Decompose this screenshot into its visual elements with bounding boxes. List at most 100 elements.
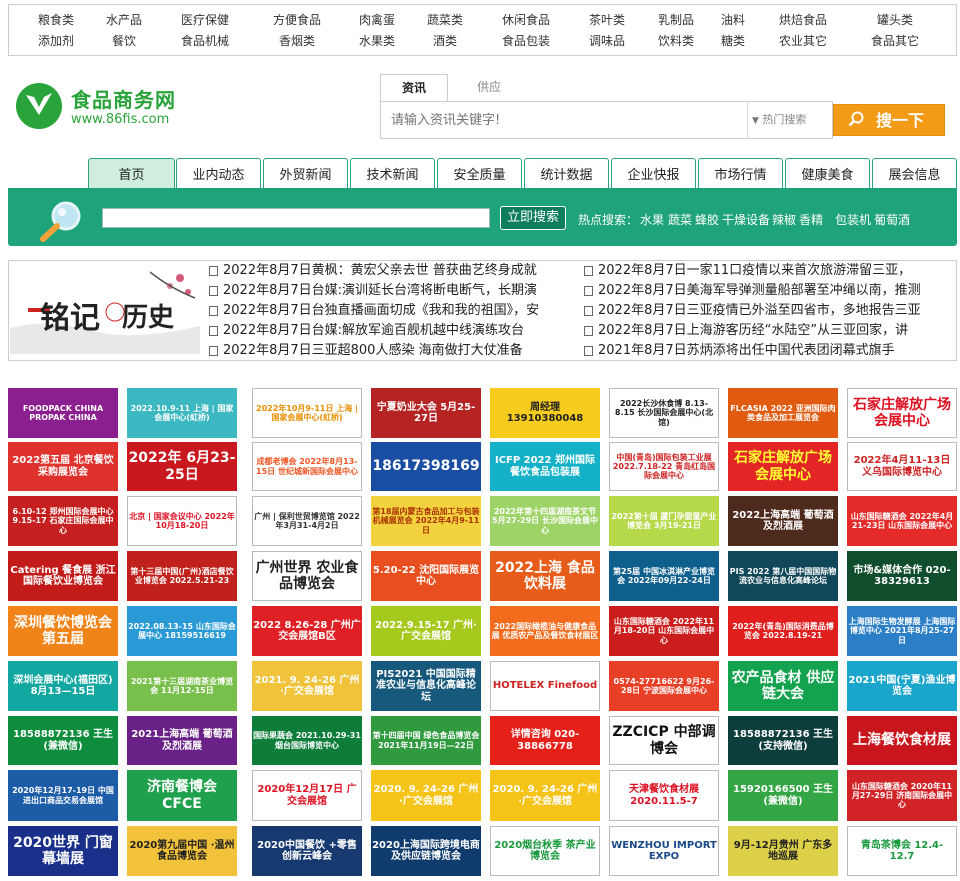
category-link[interactable]: 休闲食品	[487, 12, 565, 28]
ad-banner[interactable]: 9月-12月贵州 广东多地巡展	[728, 826, 838, 876]
nav-tab[interactable]: 业内动态	[176, 158, 261, 189]
category-link[interactable]: 食品包装	[487, 33, 565, 49]
category-link[interactable]: 水产品	[85, 12, 163, 28]
category-link[interactable]: 肉禽蛋	[338, 12, 416, 28]
ad-banner[interactable]: 上海餐饮食材展	[847, 716, 957, 765]
ad-banner[interactable]: 山东国际糖酒会 2022年11月18-20日 山东国际会展中心	[609, 606, 719, 656]
ad-banner[interactable]: 2022上海 食品饮料展	[490, 551, 600, 601]
search-tab-news[interactable]: 资讯	[380, 74, 448, 102]
search-input[interactable]	[381, 102, 747, 138]
ad-banner[interactable]: 2022年4月11-13日 义乌国际博览中心	[847, 442, 957, 491]
ad-banner[interactable]: ICFP 2022 郑州国际餐饮食品包装展	[490, 442, 600, 491]
ad-banner[interactable]: 石家庄解放广场会展中心	[847, 388, 957, 438]
news-item[interactable]: 2022年8月7日一家11口疫情以来首次旅游滞留三亚，	[584, 263, 944, 279]
ad-banner[interactable]: 2020. 9. 24-26 广州·广交会展馆	[371, 770, 481, 821]
ad-banner[interactable]: 2022 8.26-28 广州广交会展馆B区	[252, 606, 362, 656]
search-tab-supply[interactable]: 供应	[455, 74, 523, 102]
ad-banner[interactable]: ZZCICP 中部调博会	[609, 716, 719, 765]
category-link[interactable]: 烘焙食品	[764, 12, 842, 28]
news-item[interactable]: 2022年8月7日三亚疫情已外溢至四省市，多地报告三亚	[584, 303, 944, 319]
category-link[interactable]: 粮食类	[17, 12, 95, 28]
news-item[interactable]: 2022年8月7日黄枫：黄宏父亲去世 普获曲艺终身成就	[209, 263, 567, 279]
ad-banner[interactable]: 广州世界 农业食品博览会	[252, 551, 362, 601]
category-link[interactable]: 医疗保健	[166, 12, 244, 28]
ad-banner[interactable]: 山东国际糖酒会 2022年4月21-23日 山东国际会展中心	[847, 496, 957, 546]
ad-banner[interactable]: 成都老博会 2022年8月13-15日 世纪城新国际会展中心	[252, 442, 362, 491]
ad-banner[interactable]: 农产品食材 供应链大会	[728, 661, 838, 711]
nav-tab[interactable]: 企业快报	[611, 158, 696, 189]
ad-banner[interactable]: 深圳会展中心(福田区) 8月13—15日	[8, 661, 118, 711]
ad-banner[interactable]: 2022.08.13-15 山东国际会展中心 18159516619	[127, 606, 237, 656]
hot-word[interactable]: 蜂胶	[695, 211, 719, 228]
ad-banner[interactable]: 2020年12月17日 广交会展馆	[252, 770, 362, 821]
ad-banner[interactable]: 第十四届中国 绿色食品博览会 2021年11月19日—22日	[371, 716, 481, 765]
category-link[interactable]: 农业其它	[764, 33, 842, 49]
ad-banner[interactable]: Catering 餐食展 浙江国际餐饮业博览会	[8, 551, 118, 601]
quick-search-button[interactable]: 立即搜索	[500, 206, 566, 230]
ad-banner[interactable]: 15920166500 王生(兼微信)	[728, 770, 838, 821]
hot-word[interactable]: 葡萄酒	[874, 211, 910, 228]
ad-banner[interactable]: 国际果蔬会 2021.10.29-31 烟台国际博览中心	[252, 716, 362, 765]
ad-banner[interactable]: 2020上海国际跨境电商 及供应链博览会	[371, 826, 481, 876]
category-link[interactable]: 食品机械	[166, 33, 244, 49]
category-link[interactable]: 水果类	[338, 33, 416, 49]
quick-search-input[interactable]	[102, 208, 490, 228]
ad-banner[interactable]: 2022年第十四届湖南茶文节 5月27-29日 长沙国际会展中心	[490, 496, 600, 546]
category-link[interactable]: 食品其它	[856, 33, 934, 49]
ad-banner[interactable]: 2020世界 门窗幕墙展	[8, 826, 118, 876]
ad-banner[interactable]: 0574-27716622 9月26-28日 宁波国际会展中心	[609, 661, 719, 711]
ad-banner[interactable]: 18588872136 王生(兼微信)	[8, 716, 118, 765]
hot-word[interactable]: 香精	[799, 211, 823, 228]
news-item[interactable]: 2022年8月7日美海军导弹测量船部署至冲绳以南，推测	[584, 283, 944, 299]
ad-banner[interactable]: 石家庄解放广场 会展中心	[728, 442, 838, 491]
nav-tab[interactable]: 展会信息	[872, 158, 957, 189]
ad-banner[interactable]: 2022.10.9-11 上海 | 国家会展中心(虹桥)	[127, 388, 237, 438]
category-link[interactable]: 糖类	[694, 33, 772, 49]
ad-banner[interactable]: 2022年(青岛)国际消费品博览会 2022.8.19-21	[728, 606, 838, 656]
ad-banner[interactable]: 6.10-12 郑州国际会展中心 9.15-17 石家庄国际会展中心	[8, 496, 118, 546]
ad-banner[interactable]: 深圳餐饮博览会 第五届	[8, 606, 118, 656]
nav-tab[interactable]: 技术新闻	[350, 158, 435, 189]
category-link[interactable]: 餐饮	[85, 33, 163, 49]
hot-word[interactable]: 干燥设备	[722, 211, 770, 228]
ad-banner[interactable]: 2022长沙休食博 8.13-8.15 长沙国际会展中心(北馆)	[609, 388, 719, 438]
ad-banner[interactable]: 2022年10月9-11日 上海 | 国家会展中心(虹桥)	[252, 388, 362, 438]
ad-banner[interactable]: HOTELEX Finefood	[490, 661, 600, 711]
ad-banner[interactable]: 第18届内蒙古食品加工与包装机械展览会 2022年4月9-11日	[371, 496, 481, 546]
category-link[interactable]: 茶叶类	[568, 12, 646, 28]
news-item[interactable]: 2022年8月7日台独直播画面切成《我和我的祖国》，安	[209, 303, 567, 319]
ad-banner[interactable]: 5.20-22 沈阳国际展览中心	[371, 551, 481, 601]
ad-banner[interactable]: 18588872136 王生(支持微信)	[728, 716, 838, 765]
nav-tab[interactable]: 统计数据	[524, 158, 609, 189]
ad-banner[interactable]: 市场&媒体合作 020-38329613	[847, 551, 957, 601]
ad-banner[interactable]: 2021. 9. 24-26 广州·广交会展馆	[252, 661, 362, 711]
nav-tab[interactable]: 首页	[88, 158, 175, 189]
hot-word[interactable]: 水果	[640, 211, 664, 228]
nav-tab[interactable]: 健康美食	[785, 158, 870, 189]
ad-banner[interactable]: 青岛茶博会 12.4-12.7	[847, 826, 957, 876]
ad-banner[interactable]: 2022第十届 厦门孕婴童产业博览会 3月19-21日	[609, 496, 719, 546]
category-link[interactable]: 罐头类	[856, 12, 934, 28]
hot-word[interactable]: 包装机	[835, 211, 871, 228]
nav-tab[interactable]: 外贸新闻	[263, 158, 348, 189]
news-item[interactable]: 2022年8月7日台媒:演训延长台湾将断电断气，长期演	[209, 283, 567, 299]
category-link[interactable]: 油料	[694, 12, 772, 28]
news-item[interactable]: 2022年8月7日台媒:解放军逾百舰机越中线演练攻台	[209, 323, 567, 339]
ad-banner[interactable]: 2020烟台秋季 茶产业博览会	[490, 826, 600, 876]
ad-banner[interactable]: PIS 2022 第八届中国国际物流农业与信息化高峰论坛	[728, 551, 838, 601]
category-link[interactable]: 调味品	[568, 33, 646, 49]
ad-banner[interactable]: 2022年 6月23-25日	[127, 442, 237, 491]
category-link[interactable]: 酒类	[406, 33, 484, 49]
category-link[interactable]: 香烟类	[258, 33, 336, 49]
ad-banner[interactable]: 第25届 中国冰淇淋产业博览会 2022年09月22-24日	[609, 551, 719, 601]
ad-banner[interactable]: 2020. 9. 24-26 广州·广交会展馆	[490, 770, 600, 821]
news-item[interactable]: 2021年8月7日苏炳添将出任中国代表团闭幕式旗手	[584, 343, 944, 359]
ad-banner[interactable]: 山东国际糖酒会 2020年11月27-29日 济南国际会展中心	[847, 770, 957, 821]
ad-banner[interactable]: 济南餐博会 CFCE	[127, 770, 237, 821]
category-link[interactable]: 添加剂	[17, 33, 95, 49]
ad-banner[interactable]: 2022国际橄榄油与健康食品展 优质农产品及餐饮食材展区	[490, 606, 600, 656]
news-item[interactable]: 2022年8月7日上海游客历经“水陆空”从三亚回家，讲	[584, 323, 944, 339]
ad-banner[interactable]: 2022.9.15-17 广州·广交会展馆	[371, 606, 481, 656]
ad-banner[interactable]: 2021第十三届湖南茶业博览会 11月12-15日	[127, 661, 237, 711]
ad-banner[interactable]: 2020中国餐饮 +零售创新云峰会	[252, 826, 362, 876]
